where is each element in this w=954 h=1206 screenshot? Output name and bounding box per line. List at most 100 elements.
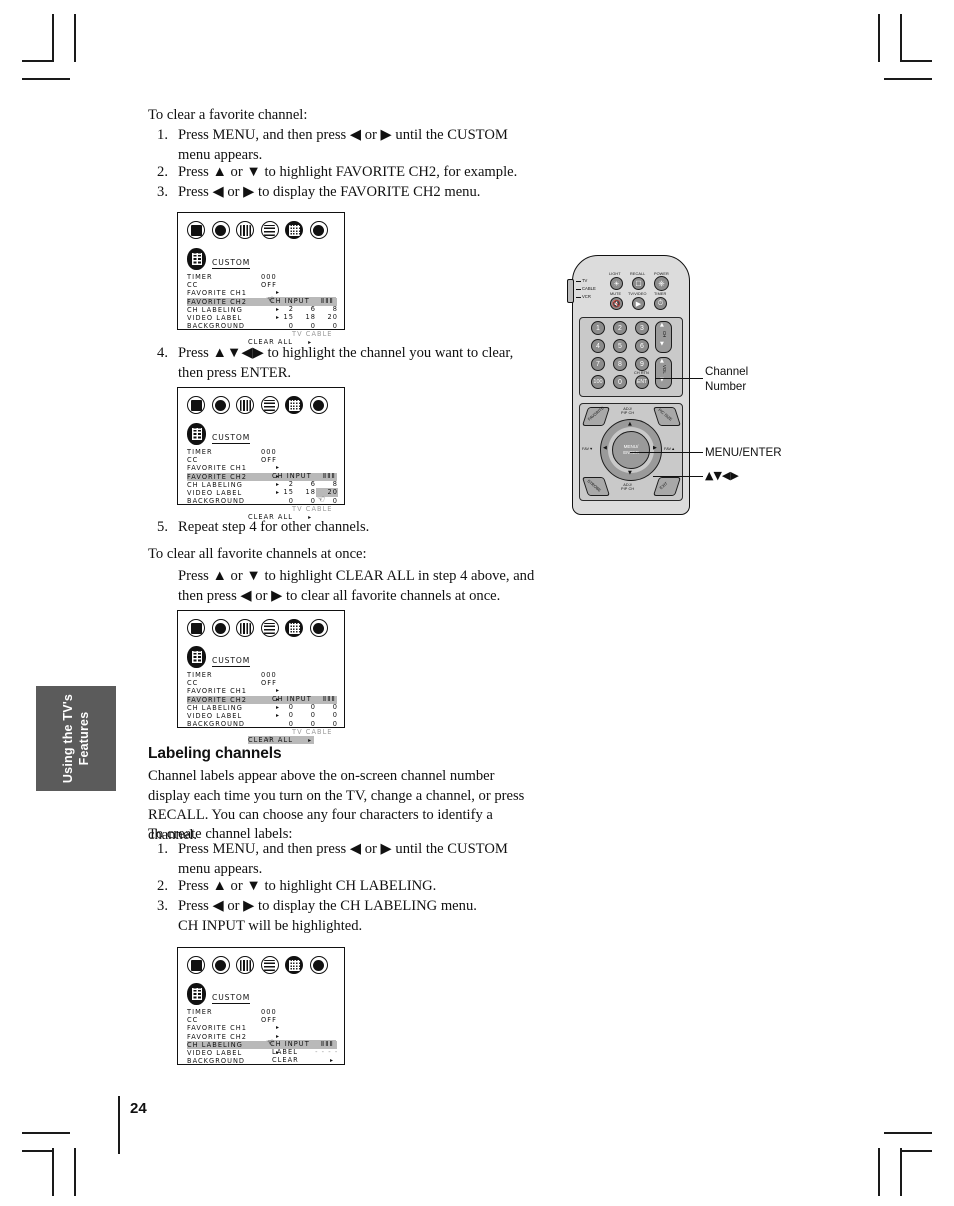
panel-cell[interactable]: 0 bbox=[294, 322, 316, 330]
lock-icon[interactable] bbox=[260, 619, 279, 637]
picture-icon[interactable] bbox=[187, 619, 205, 637]
panel-cell[interactable]: 0 bbox=[272, 711, 294, 719]
osd-row-timer[interactable]: TIMER 000 bbox=[187, 273, 337, 281]
key-100[interactable]: 100 bbox=[591, 375, 605, 389]
panel-cell[interactable]: 0 bbox=[272, 720, 294, 728]
osd-row-cc[interactable]: CC OFF bbox=[187, 281, 337, 289]
panel-row[interactable]: 000 bbox=[270, 497, 338, 505]
nav-right-icon[interactable]: ▶ bbox=[653, 445, 657, 451]
menu-enter-button[interactable]: MENU/ ENTER bbox=[612, 431, 650, 469]
audio-icon[interactable] bbox=[211, 396, 230, 414]
panel-cell[interactable]: 2 bbox=[272, 305, 294, 313]
panel-cell[interactable]: 0 bbox=[294, 711, 316, 719]
key-9[interactable]: 9 bbox=[635, 357, 649, 371]
clear-row[interactable]: CLEAR ▸ bbox=[270, 1056, 338, 1064]
custom-icon[interactable] bbox=[285, 221, 303, 239]
panel-row[interactable]: 000 bbox=[270, 322, 338, 330]
panel-row[interactable]: 268 bbox=[270, 480, 338, 488]
panel-cell[interactable]: 0 bbox=[294, 497, 316, 505]
panel-row[interactable]: 15 18 20 bbox=[270, 488, 338, 497]
key-5[interactable]: 5 bbox=[613, 339, 627, 353]
panel-cell[interactable]: 0 bbox=[316, 703, 338, 711]
step-text: Press ▲ or ▼ to highlight CH LABELING. bbox=[178, 878, 437, 894]
panel-cell[interactable]: 0 bbox=[316, 711, 338, 719]
osd-row-timer[interactable]: TIMER 000 bbox=[187, 1008, 337, 1016]
panel-cell[interactable]: 0 bbox=[294, 720, 316, 728]
panel-cell[interactable]: 0 bbox=[272, 497, 294, 505]
timer-value: 000 bbox=[261, 671, 277, 679]
key-0[interactable]: 0 bbox=[613, 375, 627, 389]
panel-cell[interactable]: 0 bbox=[294, 703, 316, 711]
key-enter[interactable]: ENT bbox=[635, 375, 649, 389]
setup-icon[interactable] bbox=[236, 619, 254, 637]
panel-row[interactable]: 268 bbox=[270, 305, 338, 313]
label-row[interactable]: LABEL - - - - bbox=[270, 1048, 338, 1056]
exit-icon[interactable] bbox=[309, 619, 328, 637]
panel-row[interactable]: 000 bbox=[270, 711, 338, 719]
tv-video-button[interactable]: ▶ bbox=[632, 297, 645, 310]
osd-row-cc[interactable]: CC OFF bbox=[187, 679, 337, 687]
clear-all-row-selected[interactable]: CLEAR ALL ▸ bbox=[248, 735, 314, 745]
panel-cell[interactable]: 0 bbox=[272, 703, 294, 711]
mode-slider[interactable] bbox=[567, 279, 574, 303]
panel-cell[interactable]: 15 bbox=[272, 313, 294, 321]
osd-row-cc[interactable]: CC OFF bbox=[187, 1016, 337, 1024]
nav-left-icon[interactable]: ◀ bbox=[603, 445, 607, 451]
panel-cell[interactable]: 0 bbox=[316, 322, 338, 330]
picture-icon[interactable] bbox=[187, 221, 205, 239]
setup-icon[interactable] bbox=[236, 956, 254, 974]
vol-up-icon[interactable]: ▲ bbox=[660, 358, 664, 364]
exit-icon[interactable] bbox=[309, 221, 328, 239]
panel-cell[interactable]: 8 bbox=[316, 305, 338, 313]
panel-cell[interactable]: 18 bbox=[294, 488, 316, 496]
key-8[interactable]: 8 bbox=[613, 357, 627, 371]
key-1[interactable]: 1 bbox=[591, 321, 605, 335]
timer-button[interactable]: ⏱ bbox=[654, 297, 667, 310]
key-3[interactable]: 3 bbox=[635, 321, 649, 335]
audio-icon[interactable] bbox=[211, 221, 230, 239]
panel-cell[interactable]: 0 bbox=[316, 720, 338, 728]
panel-row[interactable]: 15 18 20 bbox=[270, 313, 338, 321]
panel-cell[interactable]: 6 bbox=[294, 480, 316, 488]
ch-up-icon[interactable]: ▲ bbox=[660, 322, 664, 328]
picture-icon[interactable] bbox=[187, 956, 205, 974]
ch-down-icon[interactable]: ▼ bbox=[660, 341, 664, 347]
panel-cell[interactable]: 6 bbox=[294, 305, 316, 313]
exit-icon[interactable] bbox=[309, 956, 328, 974]
panel-row[interactable]: 000 bbox=[270, 720, 338, 728]
osd-row-timer[interactable]: TIMER 000 bbox=[187, 448, 337, 456]
custom-icon[interactable] bbox=[285, 956, 303, 974]
key-2[interactable]: 2 bbox=[613, 321, 627, 335]
key-4[interactable]: 4 bbox=[591, 339, 605, 353]
osd-row-cc[interactable]: CC OFF bbox=[187, 456, 337, 464]
lock-icon[interactable] bbox=[260, 221, 279, 239]
picture-icon[interactable] bbox=[187, 396, 205, 414]
setup-icon[interactable] bbox=[236, 396, 254, 414]
recall-button[interactable]: ☐ bbox=[632, 277, 645, 290]
audio-icon[interactable] bbox=[211, 619, 230, 637]
osd-row-favorite-ch1[interactable]: FAVORITE CH1 ▸ bbox=[187, 1024, 337, 1032]
custom-icon[interactable] bbox=[285, 396, 303, 414]
osd-row-label: CC bbox=[187, 1016, 199, 1025]
panel-row[interactable]: 000 bbox=[270, 703, 338, 711]
panel-cell[interactable]: 18 bbox=[294, 313, 316, 321]
osd-row-timer[interactable]: TIMER 000 bbox=[187, 671, 337, 679]
power-button[interactable]: ⎈ bbox=[654, 276, 669, 291]
lock-icon[interactable] bbox=[260, 396, 279, 414]
panel-cell[interactable]: 8 bbox=[316, 480, 338, 488]
panel-cell[interactable]: 0 bbox=[272, 322, 294, 330]
nav-up-icon[interactable]: ▲ bbox=[628, 421, 632, 427]
key-6[interactable]: 6 bbox=[635, 339, 649, 353]
exit-icon[interactable] bbox=[309, 396, 328, 414]
setup-icon[interactable] bbox=[236, 221, 254, 239]
panel-cell[interactable]: 20 bbox=[316, 313, 338, 321]
light-button[interactable]: ☀ bbox=[610, 277, 623, 290]
key-7[interactable]: 7 bbox=[591, 357, 605, 371]
nav-down-icon[interactable]: ▼ bbox=[628, 470, 632, 476]
panel-cell[interactable]: 2 bbox=[272, 480, 294, 488]
panel-cell[interactable]: 15 bbox=[272, 488, 294, 496]
lock-icon[interactable] bbox=[260, 956, 279, 974]
audio-icon[interactable] bbox=[211, 956, 230, 974]
mute-button[interactable]: 🔇 bbox=[610, 297, 623, 310]
custom-icon[interactable] bbox=[285, 619, 303, 637]
